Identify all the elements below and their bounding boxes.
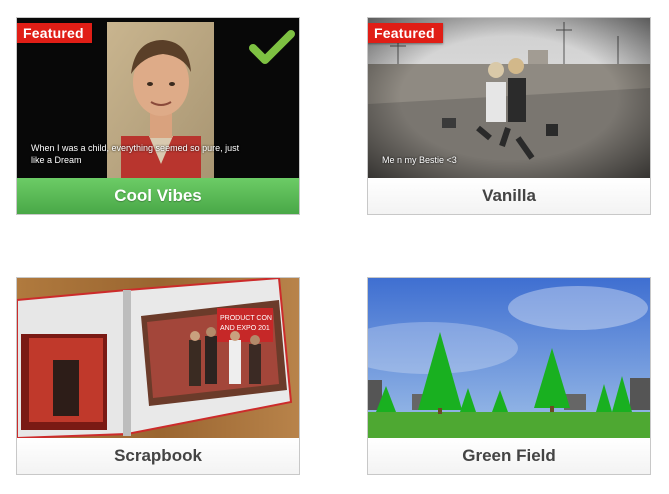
theme-thumbnail-scrapbook[interactable]: PRODUCT CON AND EXPO 201 <box>17 278 299 438</box>
featured-badge: Featured <box>368 23 443 43</box>
theme-name-label[interactable]: Green Field <box>368 438 650 474</box>
theme-name-label[interactable]: Scrapbook <box>17 438 299 474</box>
thumbnail-caption: Me n my Bestie <3 <box>382 155 457 165</box>
theme-thumbnail-cool-vibes[interactable]: Featured When I was a child, everything … <box>17 18 299 178</box>
featured-badge: Featured <box>17 23 92 43</box>
banner-text-line-2: AND EXPO 201 <box>220 325 270 332</box>
theme-card-green-field[interactable]: Green Field <box>367 277 651 475</box>
banner-text-line-1: PRODUCT CON <box>220 315 272 322</box>
checkmark-icon <box>249 30 295 64</box>
theme-thumbnail-green-field[interactable] <box>368 278 650 438</box>
theme-name-label[interactable]: Cool Vibes <box>17 178 299 214</box>
theme-thumbnail-vanilla[interactable]: Featured Me n my Bestie <3 <box>368 18 650 178</box>
theme-card-scrapbook[interactable]: PRODUCT CON AND EXPO 201 Scrapbook <box>16 277 300 475</box>
thumbnail-caption: When I was a child, everything seemed so… <box>31 143 240 165</box>
scrapbook-image: PRODUCT CON AND EXPO 201 <box>17 278 299 438</box>
green-field-image <box>368 278 650 438</box>
theme-card-vanilla[interactable]: Featured Me n my Bestie <3 Vanilla <box>367 17 651 215</box>
theme-card-cool-vibes[interactable]: Featured When I was a child, everything … <box>16 17 300 215</box>
theme-name-label[interactable]: Vanilla <box>368 178 650 214</box>
